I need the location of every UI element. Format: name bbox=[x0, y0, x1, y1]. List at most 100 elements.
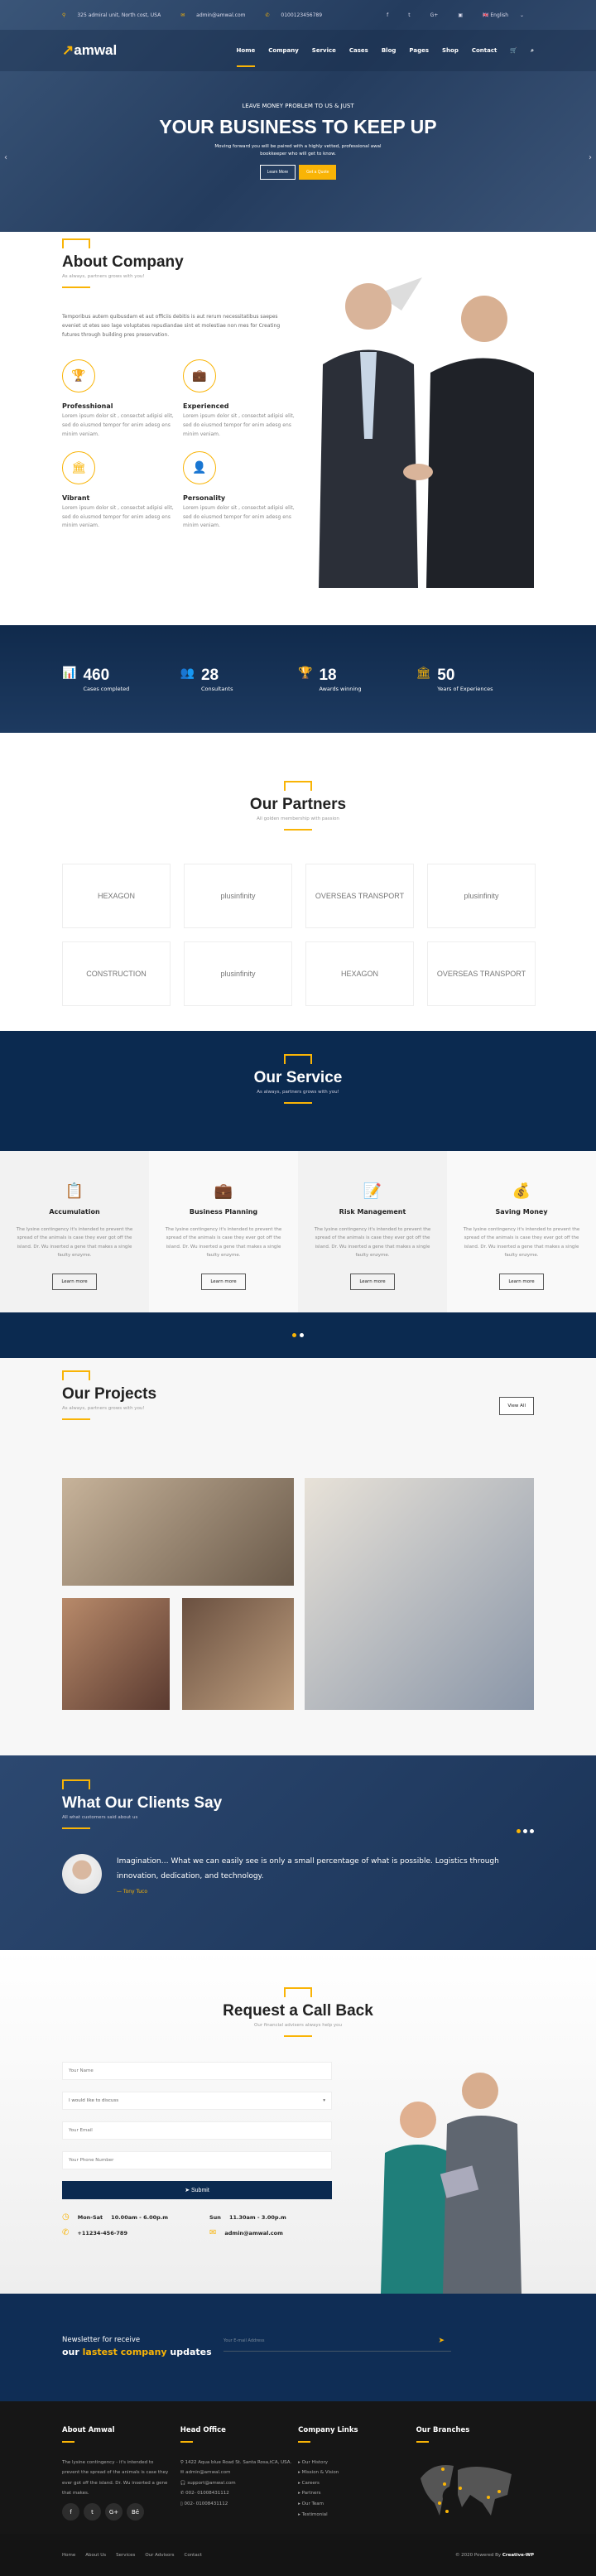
users-icon: 👥 bbox=[180, 666, 195, 680]
section-subtitle: As always, partners grows with you! bbox=[62, 1406, 145, 1411]
bottom-bar: Home About Us Services Our Advisors Cont… bbox=[0, 2534, 596, 2576]
logo[interactable]: ↗amwal bbox=[62, 42, 117, 59]
partner-logo[interactable]: OVERSEAS TRANSPORT bbox=[305, 864, 414, 928]
bracket-decoration bbox=[62, 1370, 90, 1380]
carousel-dot[interactable] bbox=[300, 1333, 304, 1337]
section-subtitle: All golden membership with passion bbox=[257, 816, 339, 821]
bottom-link-home[interactable]: Home bbox=[62, 2553, 75, 2558]
learn-more-button[interactable]: Learn more bbox=[201, 1273, 246, 1290]
phone[interactable]: ✆ 0100123456789 bbox=[265, 12, 332, 18]
twitter-icon[interactable]: t bbox=[84, 2503, 101, 2521]
clock-icon: ◷ bbox=[62, 2212, 70, 2222]
submit-button[interactable]: ➤ Submit bbox=[62, 2181, 332, 2199]
partner-logo[interactable]: plusinfinity bbox=[184, 941, 292, 1006]
learn-more-button[interactable]: Learn more bbox=[350, 1273, 395, 1290]
learn-more-button[interactable]: Learn more bbox=[52, 1273, 97, 1290]
office-phone[interactable]: ✆ 002- 01008431112 bbox=[180, 2488, 298, 2499]
partner-logo[interactable]: CONSTRUCTION bbox=[62, 941, 171, 1006]
project-image[interactable] bbox=[62, 1478, 294, 1586]
service-section: Our Service As always, partners grows wi… bbox=[0, 1031, 596, 1358]
newsletter-email-input[interactable]: Your E-mail Address ➤ bbox=[223, 2335, 451, 2352]
footer-link[interactable]: ▸ Careers bbox=[298, 2478, 416, 2489]
partner-logo[interactable]: plusinfinity bbox=[427, 864, 536, 928]
nav-shop[interactable]: Shop bbox=[442, 47, 459, 54]
footer-link[interactable]: ▸ Our Team bbox=[298, 2499, 416, 2510]
briefcase-icon: 💼 bbox=[214, 1182, 233, 1200]
carousel-dot[interactable] bbox=[530, 1829, 534, 1833]
project-image[interactable] bbox=[182, 1598, 294, 1710]
partner-logo[interactable]: plusinfinity bbox=[184, 864, 292, 928]
behance-icon[interactable]: Bē bbox=[127, 2503, 144, 2521]
nav-pages[interactable]: Pages bbox=[409, 47, 429, 54]
partner-logo[interactable]: HEXAGON bbox=[305, 941, 414, 1006]
trophy-icon: 🏆 bbox=[298, 666, 313, 680]
footer-link[interactable]: ▸ Testimonial bbox=[298, 2510, 416, 2521]
google-plus-icon[interactable]: G+ bbox=[105, 2503, 123, 2521]
office-email[interactable]: ✉ admin@amwal.com bbox=[180, 2468, 298, 2478]
partner-logo[interactable]: HEXAGON bbox=[62, 864, 171, 928]
carousel-dot[interactable] bbox=[292, 1333, 296, 1337]
facebook-icon[interactable]: f bbox=[387, 12, 388, 18]
underline-decoration bbox=[62, 1827, 90, 1829]
learn-more-button[interactable]: Learn More bbox=[259, 164, 296, 180]
phone-icon: ✆ bbox=[62, 2228, 70, 2237]
bracket-decoration bbox=[62, 238, 90, 248]
service-card: 💰 Saving Money The lysine contingency it's… bbox=[447, 1151, 596, 1312]
carousel-dot[interactable] bbox=[523, 1829, 527, 1833]
twitter-icon[interactable]: t bbox=[408, 12, 410, 18]
project-image[interactable] bbox=[62, 1598, 170, 1710]
request-callback-section: Request a Call Back Our financial advise… bbox=[0, 1950, 596, 2294]
service-card: 📝 Risk Management The lysine contingency i… bbox=[298, 1151, 447, 1312]
facebook-icon[interactable]: f bbox=[62, 2503, 79, 2521]
prev-slide-icon[interactable]: ‹ bbox=[4, 153, 7, 162]
bottom-link-services[interactable]: Services bbox=[116, 2553, 135, 2558]
project-image[interactable] bbox=[305, 1478, 534, 1710]
learn-more-button[interactable]: Learn more bbox=[499, 1273, 544, 1290]
name-input[interactable] bbox=[62, 2062, 332, 2080]
bracket-decoration bbox=[284, 1987, 312, 1997]
nav-company[interactable]: Company bbox=[268, 47, 299, 54]
nav-contact[interactable]: Contact bbox=[472, 47, 497, 54]
footer-link[interactable]: ▸ Our History bbox=[298, 2458, 416, 2468]
underline-decoration bbox=[284, 1102, 312, 1104]
bottom-link-about[interactable]: About Us bbox=[85, 2553, 106, 2558]
chevron-down-icon: ▾ bbox=[323, 2098, 325, 2103]
coins-icon: 💰 bbox=[512, 1182, 531, 1200]
feature-vibrant: 🏛 Vibrant Lorem ipsum dolor sit , consecte… bbox=[62, 450, 183, 531]
trophy-icon: 🏆 bbox=[62, 359, 95, 393]
search-icon[interactable]: ⌕ bbox=[531, 47, 534, 55]
cart-icon[interactable]: 🛒 bbox=[510, 47, 517, 54]
nav-home[interactable]: Home bbox=[236, 34, 256, 67]
main-nav: ↗amwal Home Company Service Cases Blog P… bbox=[0, 30, 596, 71]
avatar bbox=[62, 1854, 102, 1894]
hero-subtitle: LEAVE MONEY PROBLEM TO US & JUST bbox=[242, 103, 354, 109]
person-icon: 👤 bbox=[183, 450, 216, 484]
instagram-icon[interactable]: ▣ bbox=[458, 12, 463, 18]
office-support[interactable]: 🎧 support@amwal.com bbox=[180, 2478, 298, 2489]
nav-service[interactable]: Service bbox=[312, 47, 336, 54]
bottom-link-advisors[interactable]: Our Advisors bbox=[145, 2553, 174, 2558]
get-quote-button[interactable]: Get a Quote bbox=[299, 164, 337, 180]
send-icon[interactable]: ➤ bbox=[438, 2337, 445, 2345]
partner-logo[interactable]: OVERSEAS TRANSPORT bbox=[427, 941, 536, 1006]
discuss-select[interactable]: I would like to discuss ▾ bbox=[62, 2092, 332, 2110]
bottom-link-contact[interactable]: Contact bbox=[184, 2553, 201, 2558]
next-slide-icon[interactable]: › bbox=[589, 153, 592, 162]
footer: About Amwal The lysine contingency - it'… bbox=[0, 2401, 596, 2534]
google-plus-icon[interactable]: G+ bbox=[430, 12, 439, 18]
view-all-button[interactable]: View All bbox=[499, 1397, 534, 1415]
language-select[interactable]: 🇬🇧 English ⌄ bbox=[483, 12, 524, 18]
nav-blog[interactable]: Blog bbox=[382, 47, 397, 54]
testimonial-author: — Tony Tuco bbox=[117, 1889, 148, 1895]
copyright: © 2020 Powered By Creative-WP bbox=[454, 2552, 534, 2558]
email[interactable]: ✉ admin@amwal.com bbox=[180, 12, 255, 18]
carousel-dot[interactable] bbox=[517, 1829, 521, 1833]
email-input[interactable] bbox=[62, 2121, 332, 2140]
phone-input[interactable] bbox=[62, 2151, 332, 2169]
underline-decoration bbox=[284, 829, 312, 831]
mail-icon: ✉ bbox=[209, 2228, 217, 2237]
nav-cases[interactable]: Cases bbox=[349, 47, 368, 54]
footer-link[interactable]: ▸ Partners bbox=[298, 2488, 416, 2499]
office-mobile[interactable]: ▯ 002- 01008431112 bbox=[180, 2499, 298, 2510]
footer-link[interactable]: ▸ Mission & Vision bbox=[298, 2468, 416, 2478]
